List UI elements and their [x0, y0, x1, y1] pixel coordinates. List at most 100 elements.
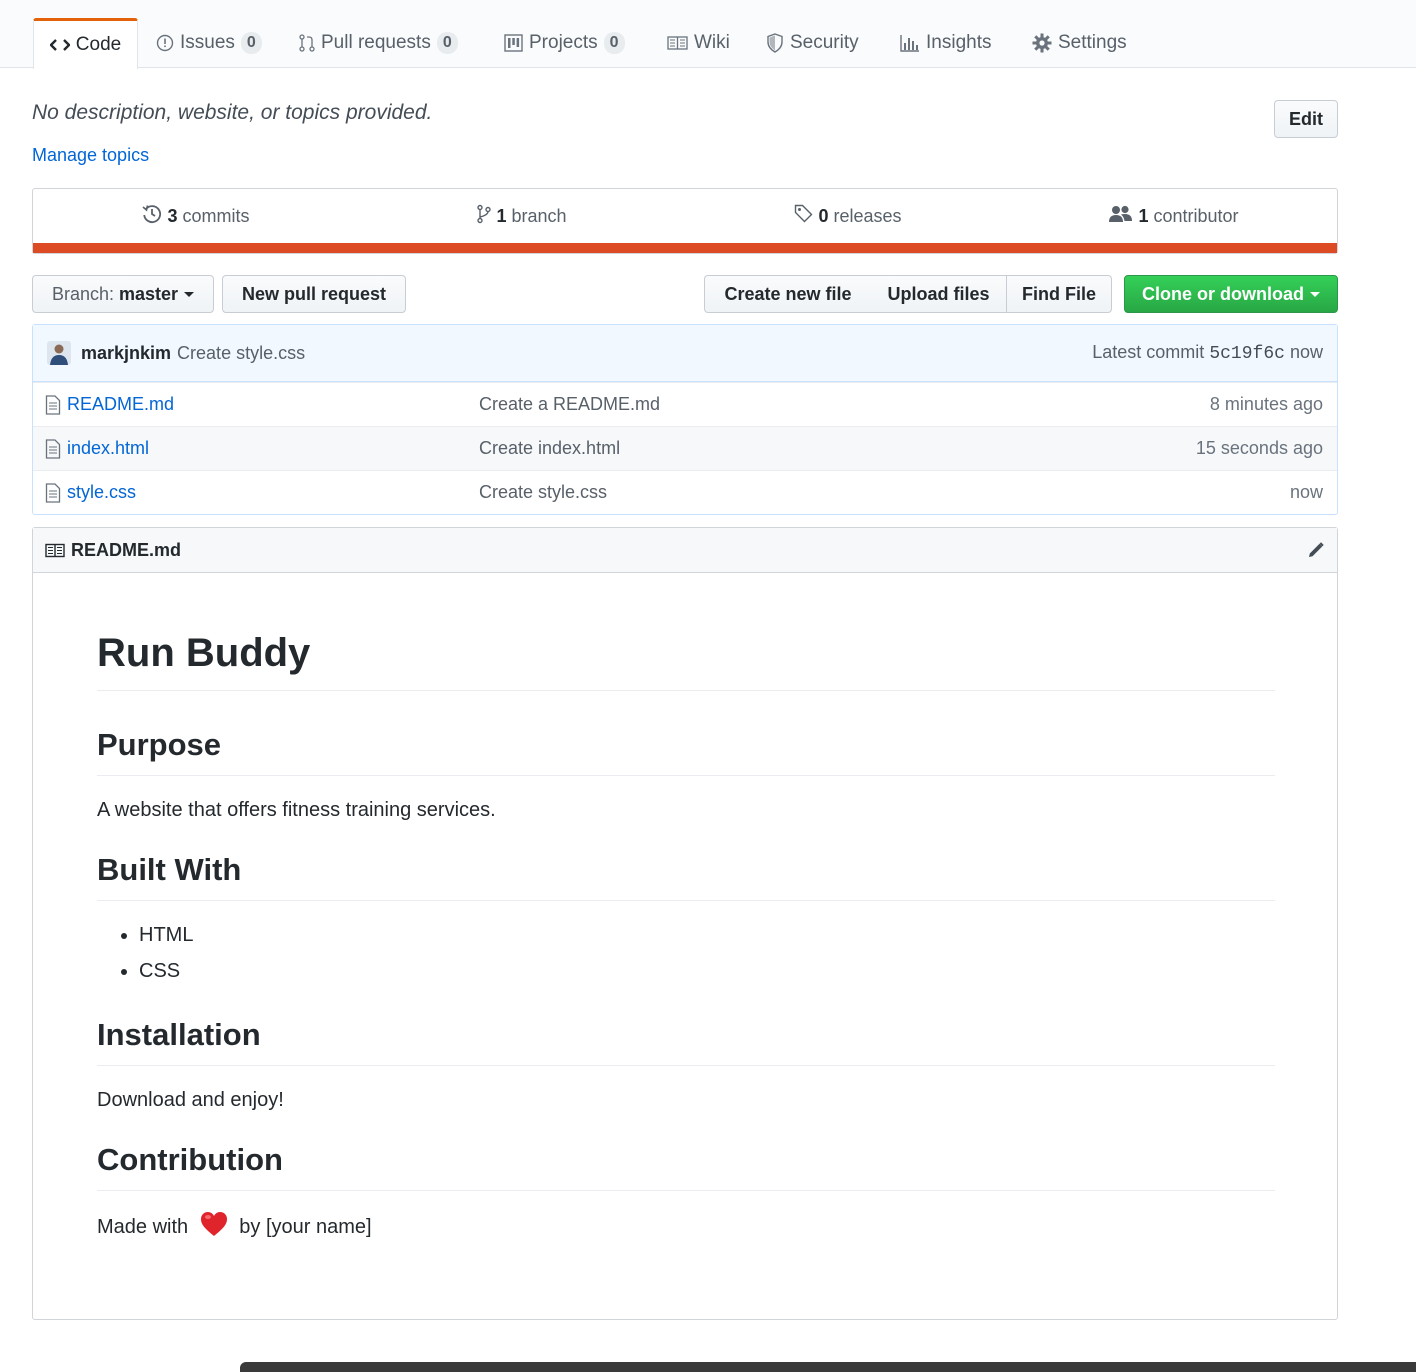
latest-commit-info: Latest commit 5c19f6c now [1092, 342, 1323, 364]
file-row: README.md Create a README.md 8 minutes a… [33, 382, 1337, 426]
file-commit-message[interactable]: Create a README.md [479, 394, 1077, 415]
file-icon [45, 394, 61, 415]
clone-or-download-button[interactable]: Clone or download [1124, 275, 1338, 313]
branch-icon [477, 204, 492, 229]
people-icon [1109, 205, 1133, 228]
avatar[interactable] [47, 341, 71, 365]
file-link[interactable]: index.html [67, 438, 149, 459]
purpose-text: A website that offers fitness training s… [97, 799, 496, 821]
pull-request-icon [299, 33, 315, 53]
branch-count: 1 [496, 205, 507, 226]
gear-icon [1032, 33, 1052, 53]
commits-label: commits [182, 205, 250, 226]
repo-summary: 3 commits 1 branch 0 releases 1 contribu… [32, 188, 1338, 254]
edit-description-button[interactable]: Edit [1274, 100, 1338, 138]
book-icon [667, 35, 688, 51]
file-commit-message[interactable]: Create index.html [479, 438, 1077, 459]
create-new-file-button[interactable]: Create new file [704, 275, 872, 313]
commits-link[interactable]: 3 commits [33, 204, 359, 229]
latest-commit-prefix: Latest commit [1092, 342, 1205, 362]
list-item: HTML [139, 917, 1275, 953]
file-link[interactable]: README.md [67, 394, 174, 415]
issue-icon [156, 34, 174, 52]
contribution-text: Made with by [your name] [97, 1211, 1275, 1245]
file-age: 15 seconds ago [1195, 438, 1323, 458]
tab-insights[interactable]: Insights [900, 18, 991, 68]
commit-sha[interactable]: 5c19f6c [1209, 344, 1285, 364]
issues-counter: 0 [240, 32, 262, 54]
chevron-down-icon [1310, 291, 1320, 297]
latest-commit-bar: markjnkim Create style.css Latest commit… [33, 325, 1337, 382]
clone-label: Clone or download [1142, 283, 1304, 304]
readme-content: Run Buddy Purpose A website that offers … [97, 572, 1275, 1245]
purpose-heading: Purpose [97, 725, 1275, 776]
readme-box: README.md Run Buddy Purpose A website th… [32, 527, 1338, 1320]
window-bottom-edge [240, 1362, 1416, 1372]
tag-icon [794, 204, 813, 228]
manage-topics-link[interactable]: Manage topics [32, 145, 149, 166]
project-icon [504, 34, 523, 52]
branch-name: master [119, 283, 179, 304]
tab-pull-requests[interactable]: Pull requests 0 [299, 18, 458, 68]
readme-filename: README.md [71, 539, 182, 560]
contributors-link[interactable]: 1 contributor [1011, 205, 1337, 228]
commits-count: 3 [167, 205, 178, 226]
heart-icon [200, 1211, 228, 1245]
chevron-down-icon [184, 291, 195, 297]
file-commit-message[interactable]: Create style.css [479, 482, 1077, 503]
contributors-label: contributor [1153, 205, 1239, 226]
file-age: 8 minutes ago [1209, 394, 1323, 414]
file-row: index.html Create index.html 15 seconds … [33, 426, 1337, 470]
tab-wiki[interactable]: Wiki [667, 18, 730, 68]
releases-link[interactable]: 0 releases [685, 204, 1011, 228]
readme-title: Run Buddy [97, 628, 1275, 691]
branch-prefix: Branch: [51, 283, 114, 304]
tab-projects[interactable]: Projects 0 [504, 18, 625, 68]
file-link[interactable]: style.css [67, 482, 136, 503]
installation-text: Download and enjoy! [97, 1089, 284, 1111]
shield-icon [766, 33, 784, 53]
releases-count: 0 [818, 205, 829, 226]
file-row: style.css Create style.css now [33, 470, 1337, 514]
contribution-prefix: Made with [97, 1216, 189, 1238]
graph-icon [900, 34, 920, 52]
list-item: CSS [139, 953, 1275, 989]
history-icon [142, 204, 162, 229]
commit-message[interactable]: Create style.css [177, 343, 305, 364]
new-pull-request-button[interactable]: New pull request [222, 275, 406, 313]
commit-time: now [1289, 342, 1323, 362]
branch-select-button[interactable]: Branch: master [32, 275, 214, 313]
tab-code[interactable]: Code [33, 18, 138, 69]
language-bar[interactable] [33, 243, 1337, 253]
built-with-list: HTML CSS [97, 917, 1275, 989]
tab-issues[interactable]: Issues 0 [156, 18, 262, 68]
readme-header: README.md [33, 528, 1337, 573]
find-file-button[interactable]: Find File [1006, 275, 1112, 313]
built-with-heading: Built With [97, 850, 1275, 901]
contribution-heading: Contribution [97, 1140, 1275, 1191]
tab-label: Settings [1058, 32, 1127, 53]
repo-description: No description, website, or topics provi… [32, 101, 433, 124]
tab-label: Pull requests [321, 32, 431, 53]
releases-label: releases [833, 205, 902, 226]
file-icon [45, 482, 61, 503]
contribution-suffix: by [your name] [239, 1216, 372, 1238]
file-icon [45, 438, 61, 459]
repo-nav: Code Issues 0 Pull requests 0 Projects 0… [0, 0, 1416, 69]
pencil-icon[interactable] [1307, 541, 1325, 559]
tab-label: Wiki [694, 32, 730, 53]
projects-counter: 0 [603, 32, 625, 54]
branches-link[interactable]: 1 branch [359, 204, 685, 229]
tab-label: Code [75, 34, 122, 55]
tab-settings[interactable]: Settings [1032, 18, 1127, 68]
book-icon [45, 543, 65, 558]
pull-requests-counter: 0 [436, 32, 458, 54]
installation-heading: Installation [97, 1015, 1275, 1066]
tab-security[interactable]: Security [766, 18, 859, 68]
code-icon [49, 37, 70, 53]
branch-label: branch [511, 205, 567, 226]
upload-files-button[interactable]: Upload files [871, 275, 1007, 313]
commit-author[interactable]: markjnkim [81, 343, 171, 364]
file-age: now [1289, 482, 1323, 502]
file-navigation: markjnkim Create style.css Latest commit… [32, 324, 1338, 515]
